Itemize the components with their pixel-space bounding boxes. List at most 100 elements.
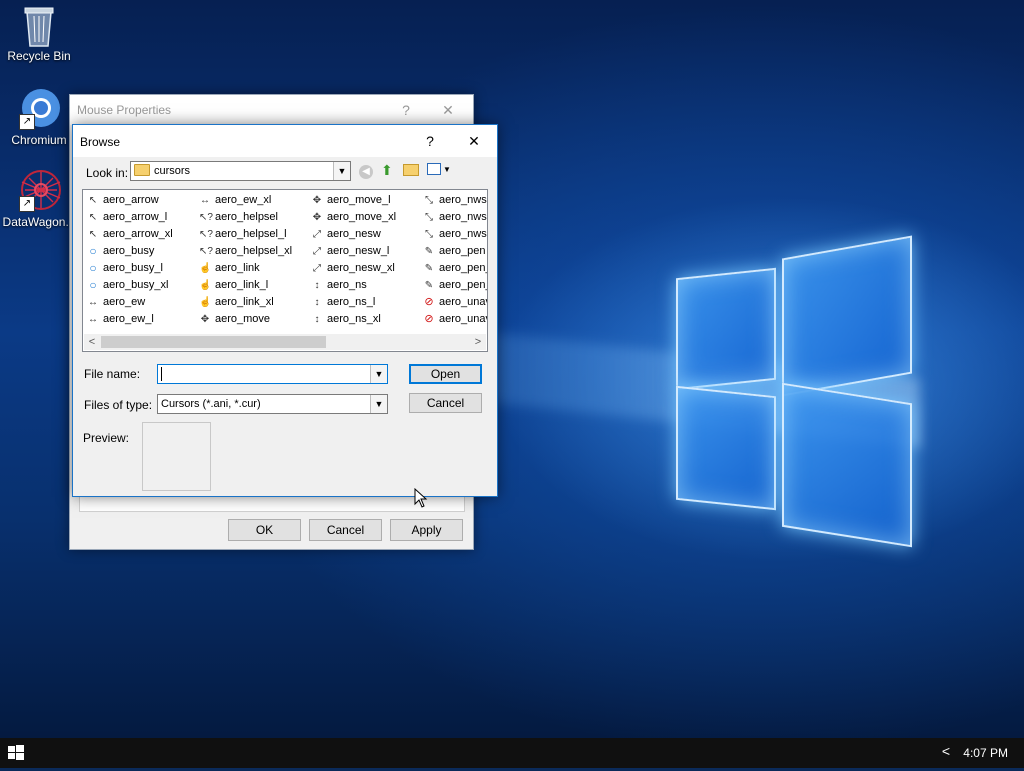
up-folder-icon[interactable]: ⬆	[381, 162, 393, 179]
file-list-item[interactable]: ✥ aero_move_xl	[309, 209, 421, 226]
chevron-down-icon[interactable]: ▼	[333, 162, 350, 180]
shortcut-arrow-icon: ↗	[19, 114, 35, 130]
file-name-text: aero_helpsel	[215, 211, 278, 223]
file-list-item[interactable]: ↔ aero_ew	[85, 294, 197, 311]
view-menu-icon[interactable]	[427, 163, 441, 175]
file-name-text: aero_busy	[103, 245, 155, 257]
cursor-nesw-icon: ⤢	[313, 229, 321, 240]
file-list-item[interactable]: ↕ aero_ns	[309, 277, 421, 294]
desktop-icon-datawagon[interactable]: ↗ DataWagon...	[0, 168, 78, 229]
file-name-text: aero_pen	[439, 245, 486, 257]
file-list-item[interactable]: ☝ aero_link_xl	[197, 294, 309, 311]
file-name-value	[161, 367, 162, 381]
look-in-dropdown[interactable]: cursors ▼	[130, 161, 351, 181]
browse-titlebar[interactable]: Browse ? ✕	[73, 125, 497, 157]
open-button[interactable]: Open	[409, 364, 482, 384]
file-list-item[interactable]: ⤢ aero_nesw_l	[309, 243, 421, 260]
view-dropdown-arrow-icon[interactable]: ▼	[443, 165, 451, 174]
file-list-item[interactable]: ✎ aero_pen	[421, 243, 487, 260]
file-name-text: aero_nws	[439, 211, 487, 223]
shortcut-arrow-icon: ↗	[19, 196, 35, 212]
help-button[interactable]: ?	[415, 125, 445, 157]
file-list-item[interactable]: ↕ aero_ns_l	[309, 294, 421, 311]
new-folder-icon[interactable]	[403, 164, 419, 176]
chevron-down-icon[interactable]: ▼	[370, 395, 387, 413]
cursor-unavailable-icon: ⊘	[424, 296, 434, 308]
mouse-pointer-icon	[414, 488, 428, 508]
desktop-icon-label: Recycle Bin	[7, 49, 71, 63]
ok-button[interactable]: OK	[228, 519, 301, 541]
cursor-ew-icon: ↔	[200, 195, 210, 206]
file-list-item[interactable]: ↖ aero_arrow_xl	[85, 226, 197, 243]
file-list-item[interactable]: ⤢ aero_nesw_xl	[309, 260, 421, 277]
file-name-text: aero_link	[215, 262, 260, 274]
cursor-helpsel-icon: ↖?	[199, 229, 213, 240]
desktop-icon-chromium[interactable]: ↗ Chromium	[0, 86, 78, 147]
chevron-down-icon[interactable]: ▼	[370, 365, 387, 383]
desktop-icon-recycle-bin[interactable]: Recycle Bin	[0, 2, 78, 63]
cursor-hand-icon: ☝	[199, 280, 212, 291]
cursor-pen-icon: ✎	[424, 246, 434, 257]
close-button[interactable]: ✕	[459, 125, 489, 157]
file-list-item[interactable]: ↖? aero_helpsel	[197, 209, 309, 226]
file-list-item[interactable]: ↔ aero_ew_xl	[197, 192, 309, 209]
file-name-text: aero_move_l	[327, 194, 391, 206]
scroll-left-icon[interactable]: <	[84, 334, 100, 350]
file-list-item[interactable]: ⊘ aero_unav	[421, 311, 488, 328]
file-name-text: aero_ns_xl	[327, 313, 381, 325]
file-list-item[interactable]: ☝ aero_link_l	[197, 277, 309, 294]
file-list-item[interactable]: ✎ aero_pen_	[421, 260, 487, 277]
cursor-nwse-icon: ⤡	[425, 229, 433, 240]
file-name-text: aero_link_xl	[215, 296, 274, 308]
file-list-column: ↖ aero_arrow ↖ aero_arrow_l ↖ aero_arrow_xl ○ a…	[85, 192, 197, 328]
cursor-hand-icon: ☝	[199, 297, 212, 308]
file-list-item[interactable]: ✎ aero_pen_	[421, 277, 487, 294]
file-list-item[interactable]: ⤡ aero_nws	[421, 209, 487, 226]
file-list-item[interactable]: ⊘ aero_unav	[421, 294, 487, 311]
look-in-value: cursors	[154, 165, 191, 177]
file-name-input[interactable]: ▼	[157, 364, 388, 384]
cancel-button[interactable]: Cancel	[409, 393, 482, 413]
help-button[interactable]: ?	[391, 95, 421, 125]
cursor-helpsel-icon: ↖?	[199, 212, 213, 223]
file-list-item[interactable]: ✥ aero_move	[197, 311, 309, 328]
dialog-title: Browse	[80, 135, 121, 149]
file-name-text: aero_ns_l	[327, 296, 376, 308]
files-of-type-dropdown[interactable]: Cursors (*.ani, *.cur) ▼	[157, 394, 388, 414]
cursor-hand-icon: ☝	[199, 263, 212, 274]
file-list-item[interactable]: ⤡ aero_nws	[421, 226, 487, 243]
file-list-item[interactable]: ↔ aero_ew_l	[85, 311, 197, 328]
file-list-item[interactable]: ↖ aero_arrow	[85, 192, 197, 209]
cancel-button[interactable]: Cancel	[309, 519, 382, 541]
taskbar-clock[interactable]: 4:07 PM	[963, 746, 1008, 760]
file-list-item[interactable]: ↖ aero_arrow_l	[85, 209, 197, 226]
file-name-text: aero_nesw	[327, 228, 381, 240]
file-name-text: aero_ew_xl	[215, 194, 272, 206]
scroll-right-icon[interactable]: >	[470, 334, 486, 350]
file-list-item[interactable]: ⤢ aero_nesw	[309, 226, 421, 243]
file-list-item[interactable]: ↖? aero_helpsel_xl	[197, 243, 309, 260]
back-icon[interactable]: ◀	[359, 165, 373, 179]
horizontal-scrollbar[interactable]: < >	[84, 334, 486, 350]
file-list[interactable]: ↖ aero_arrow ↖ aero_arrow_l ↖ aero_arrow_xl ○ a…	[82, 189, 488, 352]
file-list-item[interactable]: ☝ aero_link	[197, 260, 309, 277]
file-list-item[interactable]: ○ aero_busy_l	[85, 260, 197, 277]
close-button[interactable]: ✕	[433, 95, 463, 125]
scrollbar-thumb[interactable]	[101, 336, 326, 348]
show-hidden-icons-chevron-icon[interactable]: <	[942, 743, 950, 759]
mouse-properties-titlebar[interactable]: Mouse Properties ? ✕	[70, 95, 473, 125]
file-name-text: aero_ns	[327, 279, 367, 291]
start-button[interactable]	[0, 738, 32, 768]
cursor-ew-icon: ↔	[88, 297, 98, 308]
apply-button[interactable]: Apply	[390, 519, 463, 541]
file-list-item[interactable]: ↕ aero_ns_xl	[309, 311, 421, 328]
file-list-item[interactable]: ○ aero_busy_xl	[85, 277, 197, 294]
file-name-text: aero_ew	[103, 296, 146, 308]
cursor-move-icon: ✥	[312, 195, 322, 206]
cursor-move-icon: ✥	[200, 314, 210, 325]
file-list-item[interactable]: ✥ aero_move_l	[309, 192, 421, 209]
file-list-item[interactable]: ⤡ aero_nws	[421, 192, 487, 209]
file-list-item[interactable]: ○ aero_busy	[85, 243, 197, 260]
file-list-item[interactable]: ↖? aero_helpsel_l	[197, 226, 309, 243]
file-name-text: aero_unav	[439, 313, 488, 325]
